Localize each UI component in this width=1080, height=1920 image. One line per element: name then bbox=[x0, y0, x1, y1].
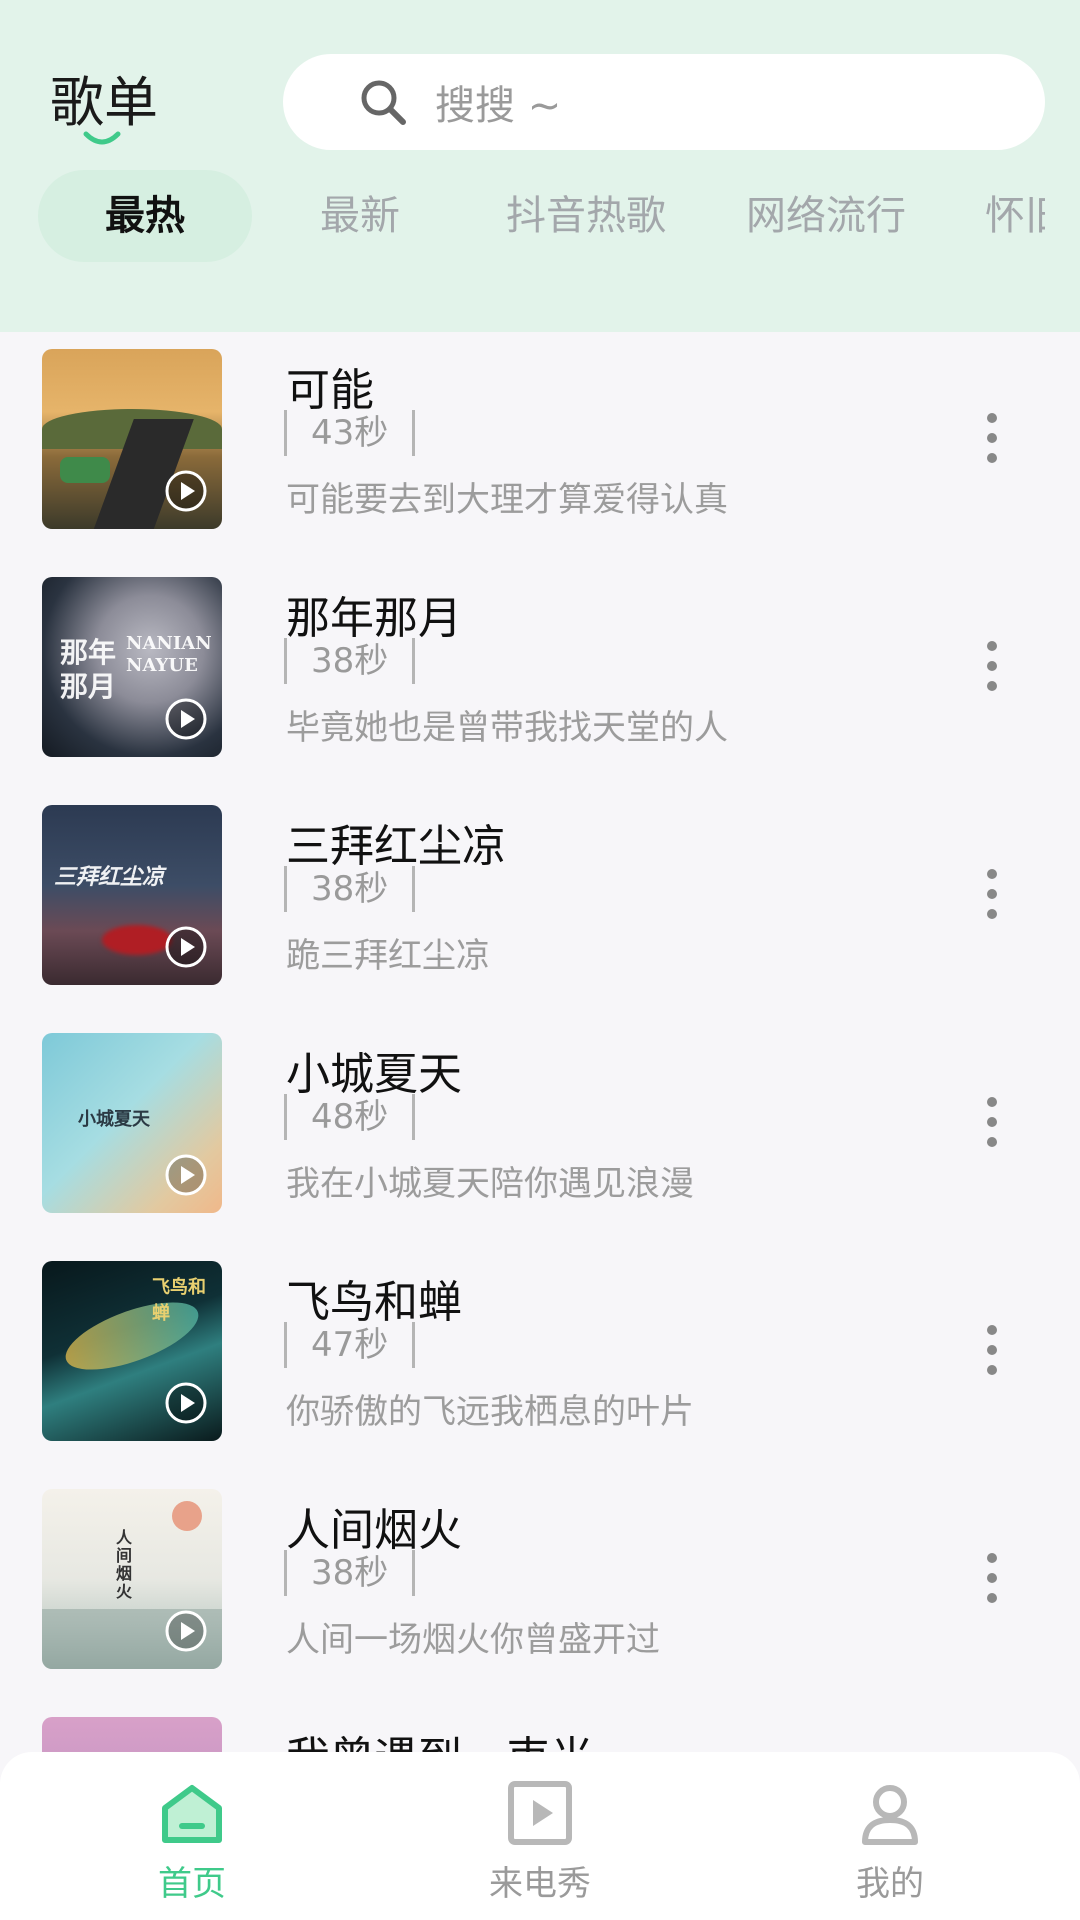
play-icon[interactable] bbox=[164, 1609, 208, 1653]
more-options-icon[interactable] bbox=[980, 1550, 1004, 1606]
play-icon[interactable] bbox=[164, 925, 208, 969]
more-options-icon[interactable] bbox=[980, 638, 1004, 694]
song-duration: 38秒 bbox=[284, 866, 416, 912]
tab-nostalgic-clip: 怀旧 bbox=[985, 170, 1045, 262]
song-title: 小城夏天 bbox=[286, 1049, 462, 1100]
user-icon bbox=[862, 1785, 918, 1845]
play-icon[interactable] bbox=[164, 469, 208, 513]
cover-text: 人间烟火 bbox=[116, 1528, 133, 1601]
song-title: 我曾遇到一束光 bbox=[286, 1722, 594, 1752]
cover-text: 飞鸟和蝉 bbox=[152, 1277, 206, 1324]
nav-label: 我的 bbox=[856, 1864, 924, 1904]
album-cover[interactable]: 人间烟火 bbox=[42, 1489, 222, 1669]
video-play-icon bbox=[508, 1781, 572, 1845]
song-title: 人间烟火 bbox=[286, 1505, 462, 1556]
more-options-icon[interactable] bbox=[980, 1094, 1004, 1150]
album-cover[interactable]: 小城夏天 bbox=[42, 1033, 222, 1213]
bottom-nav: 首页 来电秀 我的 bbox=[0, 1752, 1080, 1920]
nav-label: 来电秀 bbox=[489, 1864, 591, 1904]
nav-ringtone-show[interactable]: 来电秀 bbox=[440, 1778, 640, 1905]
play-icon[interactable] bbox=[164, 697, 208, 741]
tab-network-popular[interactable]: 网络流行 bbox=[746, 170, 906, 262]
nav-label: 首页 bbox=[158, 1864, 226, 1904]
list-item[interactable]: 小城夏天 小城夏天 48秒 我在小城夏天陪你遇见浪漫 bbox=[0, 1016, 1080, 1244]
search-icon bbox=[361, 80, 406, 125]
song-duration: 47秒 bbox=[284, 1322, 416, 1368]
tab-hottest[interactable]: 最热 bbox=[38, 170, 252, 262]
more-options-icon[interactable] bbox=[980, 410, 1004, 466]
cover-text: 三拜红尘凉 bbox=[54, 864, 165, 890]
list-item[interactable]: 人间烟火 人间烟火 38秒 人间一场烟火你曾盛开过 bbox=[0, 1472, 1080, 1700]
song-duration: 48秒 bbox=[284, 1094, 416, 1140]
song-duration: 38秒 bbox=[284, 638, 416, 684]
song-lyric: 你骄傲的飞远我栖息的叶片 bbox=[286, 1392, 694, 1432]
search-placeholder: 搜搜 ~ bbox=[435, 83, 562, 129]
nav-mine[interactable]: 我的 bbox=[790, 1778, 990, 1905]
cover-text: 那月 bbox=[60, 670, 117, 703]
album-cover[interactable]: 那年 那月 NANIAN NAYUE bbox=[42, 577, 222, 757]
album-cover[interactable]: 三拜红尘凉 bbox=[42, 805, 222, 985]
play-icon[interactable] bbox=[164, 1153, 208, 1197]
tab-newest[interactable]: 最新 bbox=[320, 170, 400, 262]
album-cover[interactable] bbox=[42, 349, 222, 529]
list-item[interactable]: 那年 那月 NANIAN NAYUE 那年那月 38秒 毕竟她也是曾带我找天堂的… bbox=[0, 560, 1080, 788]
song-duration: 43秒 bbox=[284, 410, 416, 456]
more-options-icon[interactable] bbox=[980, 866, 1004, 922]
cover-text: NANIAN NAYUE bbox=[126, 633, 212, 676]
list-item[interactable]: 可能 43秒 可能要去到大理才算爱得认真 bbox=[0, 332, 1080, 560]
tab-nostalgic[interactable]: 怀旧 bbox=[985, 170, 1045, 262]
song-title: 可能 bbox=[286, 365, 374, 416]
song-list: 可能 43秒 可能要去到大理才算爱得认真 那年 那月 NANIAN NAYUE … bbox=[0, 332, 1080, 1752]
album-cover[interactable] bbox=[42, 1717, 222, 1752]
song-lyric: 跪三拜红尘凉 bbox=[286, 936, 490, 976]
list-item[interactable]: 飞鸟和蝉 飞鸟和蝉 47秒 你骄傲的飞远我栖息的叶片 bbox=[0, 1244, 1080, 1472]
song-lyric: 可能要去到大理才算爱得认真 bbox=[286, 480, 728, 520]
home-icon bbox=[162, 1785, 222, 1843]
song-lyric: 我在小城夏天陪你遇见浪漫 bbox=[286, 1164, 694, 1204]
header: 歌单 搜搜 ~ 最热 最新 抖音热歌 网络流行 怀旧 bbox=[0, 0, 1080, 332]
nav-home[interactable]: 首页 bbox=[92, 1778, 292, 1905]
song-title: 三拜红尘凉 bbox=[286, 821, 506, 872]
album-cover[interactable]: 飞鸟和蝉 bbox=[42, 1261, 222, 1441]
search-input[interactable]: 搜搜 ~ bbox=[283, 54, 1045, 150]
category-tabs: 最热 最新 抖音热歌 网络流行 怀旧 bbox=[0, 170, 1080, 262]
page-title: 歌单 bbox=[50, 71, 158, 134]
song-lyric: 毕竟她也是曾带我找天堂的人 bbox=[286, 708, 728, 748]
list-item[interactable]: 三拜红尘凉 三拜红尘凉 38秒 跪三拜红尘凉 bbox=[0, 788, 1080, 1016]
list-item[interactable]: 我曾遇到一束光 bbox=[0, 1700, 1080, 1752]
song-title: 飞鸟和蝉 bbox=[286, 1277, 462, 1328]
cover-text: 小城夏天 bbox=[78, 1109, 150, 1130]
song-lyric: 人间一场烟火你曾盛开过 bbox=[286, 1620, 660, 1660]
play-icon[interactable] bbox=[164, 1381, 208, 1425]
title-underline-icon bbox=[83, 131, 121, 145]
tab-douyin-hits[interactable]: 抖音热歌 bbox=[506, 170, 666, 262]
song-duration: 38秒 bbox=[284, 1550, 416, 1596]
more-options-icon[interactable] bbox=[980, 1322, 1004, 1378]
song-title: 那年那月 bbox=[286, 593, 462, 644]
